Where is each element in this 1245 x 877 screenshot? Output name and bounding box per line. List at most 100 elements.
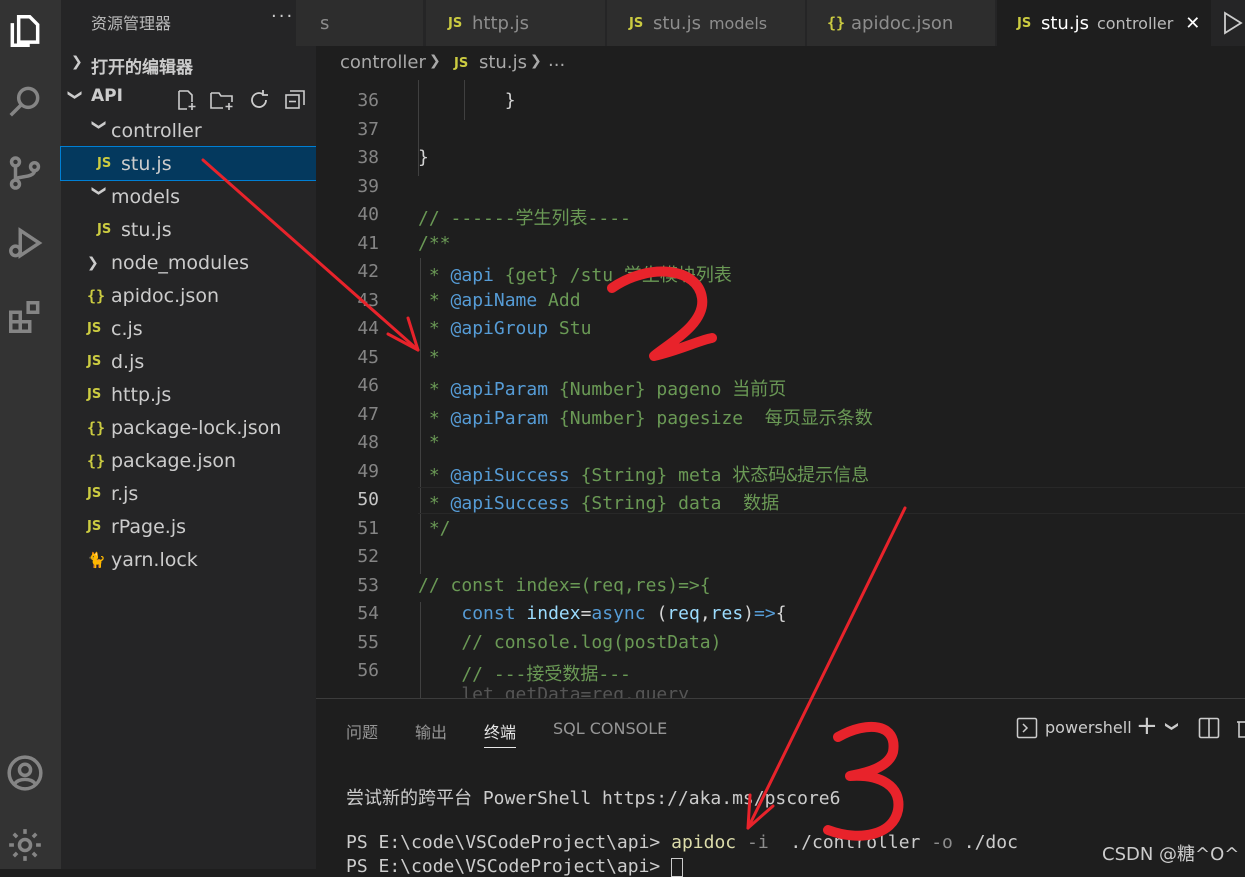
tree-item[interactable]: 🐈 yarn.lock [61,543,316,576]
tree-item[interactable]: JS stu.js [60,146,317,181]
tree-item-label: yarn.lock [111,548,198,571]
tree-item-label: apidoc.json [111,284,219,307]
tree-item-label: rPage.js [111,515,187,538]
refresh-icon[interactable] [247,88,271,117]
tab-description: models [708,13,768,33]
code-editor[interactable]: 36 } 37 38} 39 40 // ------学生列表---- 41 /** 42 * … [316,80,1245,698]
line-number: 48 [357,432,379,453]
line-number: 54 [357,603,379,624]
code-line: * [418,432,440,453]
json-file-icon: {} [87,418,106,437]
line-number: 42 [357,261,379,282]
tab-problems[interactable]: 问题 [346,719,378,743]
account-icon[interactable] [0,748,50,798]
line-number: 43 [357,289,379,311]
tree-item[interactable]: JS http.js [61,378,316,411]
bottom-panel: 问题 输出 终端 SQL CONSOLE powershell + ❯ 尝试新的… [316,698,1245,877]
chevron-down-icon[interactable]: ❯ [1164,721,1179,732]
breadcrumb: controller ❯ JS stu.js ❯ ... [316,46,1245,80]
tree-item[interactable]: ❯ models [61,180,316,213]
line-number: 44 [357,318,379,339]
terminal-cursor [671,857,684,877]
tree-item[interactable]: {} package-lock.json [61,411,316,444]
tree-item[interactable]: JS stu.js [61,213,316,246]
new-folder-icon[interactable] [209,88,235,117]
chevron-down-icon: ❯ [91,118,107,131]
breadcrumb-folder[interactable]: controller [340,52,426,73]
line-number: 51 [357,517,379,539]
line-number: 41 [357,232,379,254]
line-number: 40 [357,204,379,225]
js-file-icon: JS [454,56,469,71]
terminal-flag: -o [931,832,953,853]
tab-stu-js-controller[interactable]: JS stu.js controller ✕ [997,0,1212,46]
chevron-right-icon: ❯ [71,54,83,70]
tree-item[interactable]: JS c.js [61,312,316,345]
terminal-arg: ./controller [768,832,932,853]
tree-item-label: http.js [111,383,172,406]
tree-item-label: package.json [111,449,237,472]
code-line: * @apiParam {Number} pagesize 每页显示条数 [418,407,873,429]
search-icon[interactable] [0,76,50,126]
code-line: } [418,147,429,168]
tab-terminal[interactable]: 终端 [484,719,517,748]
collapse-all-icon[interactable] [283,88,307,117]
tree-item[interactable]: JS r.js [61,477,316,510]
tree-item-label: d.js [111,350,145,373]
more-actions-icon[interactable]: ··· [271,6,294,27]
code-line: * @apiGroup Stu [418,318,592,339]
tree-item[interactable]: ❯ controller [61,114,316,147]
project-label: API [91,86,123,106]
terminal-prompt-line[interactable]: PS E:\code\VSCodeProject\api> [346,856,684,877]
tree-item-label: stu.js [121,218,172,241]
editor-tabs: s JS http.js JS stu.js models {} apidoc.… [296,0,1245,46]
explorer-icon[interactable] [0,6,50,56]
code-line-cutoff: let getData=req.query [418,684,689,698]
breadcrumb-more[interactable]: ... [548,50,565,71]
tab-partial[interactable]: s [296,0,424,46]
code-line: * @apiName Add [418,289,581,311]
tree-item[interactable]: ❯ node_modules [61,246,316,279]
js-file-icon: JS [87,387,102,402]
line-number: 53 [357,574,379,596]
terminal-arg: ./doc [952,832,1018,853]
tree-item-label: c.js [111,317,143,340]
terminal-prompt: PS E:\code\VSCodeProject\api> [346,856,672,877]
extensions-icon[interactable] [0,292,50,342]
add-terminal-icon[interactable]: + [1136,711,1158,741]
tree-item[interactable]: {} apidoc.json [61,279,316,312]
tab-apidoc-json[interactable]: {} apidoc.json [807,0,996,46]
line-number: 38 [357,147,379,168]
tab-output[interactable]: 输出 [415,719,447,743]
tab-label: stu.js [653,12,701,34]
tree-item[interactable]: {} package.json [61,444,316,477]
settings-gear-icon[interactable] [0,820,50,870]
tab-sql-console[interactable]: SQL CONSOLE [553,719,667,738]
line-number: 50 [357,489,379,510]
code-line: // ------学生列表---- [418,208,631,229]
chevron-right-icon: ❯ [87,254,99,271]
terminal-line: 尝试新的跨平台 PowerShell https://aka.ms/pscore… [346,788,841,809]
run-file-button[interactable] [1212,0,1245,46]
run-debug-icon[interactable] [0,218,50,268]
tab-http-js[interactable]: JS http.js [426,0,606,46]
split-terminal-icon[interactable] [1198,717,1220,743]
line-number: 55 [357,631,379,653]
close-tab-icon[interactable]: ✕ [1185,13,1200,34]
shell-selector[interactable]: powershell [1045,718,1132,737]
tab-stu-js-models[interactable]: JS stu.js models [607,0,806,46]
terminal-prompt: PS E:\code\VSCodeProject\api> [346,832,672,853]
trash-icon[interactable] [1235,717,1245,743]
json-file-icon: {} [827,14,846,32]
source-control-icon[interactable] [0,148,50,198]
open-editors-section[interactable]: ❯ 打开的编辑器 [61,48,316,81]
tree-item-label: models [111,185,181,208]
tree-item[interactable]: JS d.js [61,345,316,378]
new-file-icon[interactable] [174,88,198,117]
tree-item-label: node_modules [111,251,250,274]
tree-item[interactable]: JS rPage.js [61,510,316,543]
breadcrumb-file[interactable]: stu.js [479,52,527,73]
chevron-right-icon: ❯ [429,53,441,69]
js-file-icon: JS [97,156,112,171]
code-line: // ---接受数据--- [418,664,631,685]
